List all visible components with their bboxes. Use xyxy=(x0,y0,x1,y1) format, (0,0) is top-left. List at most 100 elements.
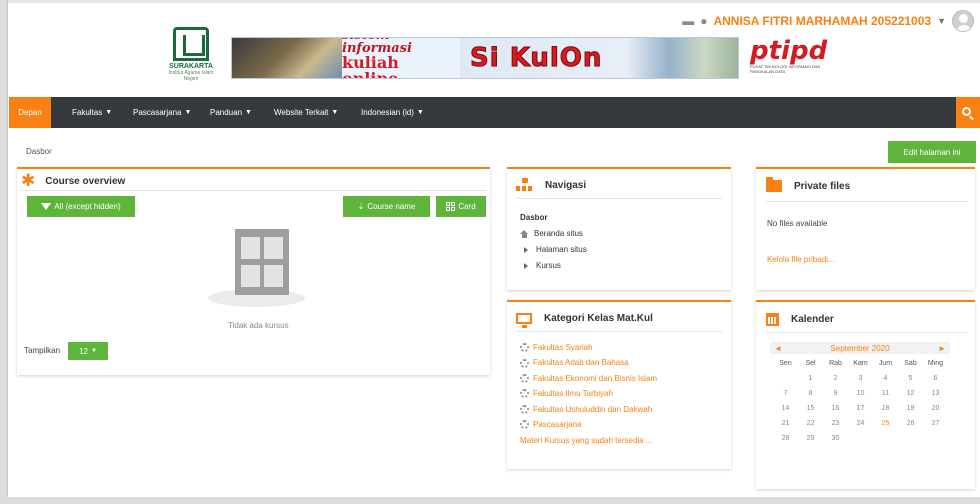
filter-button[interactable]: All (except hidden) xyxy=(27,196,135,217)
banner-tagline: sistem informasi kuliah online xyxy=(342,38,460,78)
nav-tree-item[interactable]: Halaman situs xyxy=(520,242,587,258)
nav-item-panduan[interactable]: Panduan ▼ xyxy=(210,97,252,128)
nav-item-label: Panduan xyxy=(210,108,243,117)
nav-tree-item[interactable]: Kursus xyxy=(520,258,587,274)
next-month-button[interactable]: ► xyxy=(938,344,946,353)
calendar-day[interactable]: 27 xyxy=(923,420,948,427)
calendar-day[interactable]: 11 xyxy=(873,390,898,397)
nav-item-language[interactable]: Indonesian (id) ▼ xyxy=(361,97,424,128)
calendar-month-label[interactable]: September 2020 xyxy=(830,344,889,353)
view-card-button[interactable]: Card xyxy=(436,196,486,217)
category-link[interactable]: Fakultas Ilmu Tarbiyah xyxy=(520,386,657,401)
calendar-day[interactable]: 7 xyxy=(773,390,798,397)
nav-tree-label: Kursus xyxy=(536,261,561,270)
category-link[interactable]: Fakultas Ushuluddin dan Dakwah xyxy=(520,402,657,417)
calendar-day[interactable]: 17 xyxy=(848,405,873,412)
calendar-week-row: 28 29 30 xyxy=(773,431,948,446)
window-left-edge xyxy=(0,0,8,504)
banner-photo-left xyxy=(232,38,342,78)
caret-down-icon: ▼ xyxy=(105,109,113,116)
sort-button[interactable]: ⇣ Course name xyxy=(343,196,430,217)
gear-icon xyxy=(520,374,529,384)
banner-brand: Si KulOn xyxy=(469,43,603,74)
weekday-label: Sel xyxy=(805,360,816,367)
calendar-day[interactable]: 13 xyxy=(923,390,948,397)
calendar-day[interactable]: 4 xyxy=(873,375,898,382)
calendar-day[interactable]: 2 xyxy=(823,375,848,382)
calendar-week-row: 7 8 9 10 11 12 13 xyxy=(773,386,948,401)
caret-down-icon: ▼ xyxy=(184,109,192,116)
nav-item-pascasarjana[interactable]: Pascasarjana ▼ xyxy=(133,97,191,128)
navigasi-tree: Dasbor Beranda situs Halaman situs Kursu… xyxy=(520,210,587,274)
weekday-label: Rab xyxy=(829,360,842,367)
calendar-day[interactable]: 9 xyxy=(823,390,848,397)
calendar-day[interactable]: 15 xyxy=(798,405,823,412)
divider xyxy=(766,332,968,333)
calendar-day[interactable]: 1 xyxy=(798,375,823,382)
iain-logo[interactable]: SURAKARTA Institut Agama Islam Negeri xyxy=(168,27,214,85)
calendar-day[interactable]: 18 xyxy=(873,405,898,412)
calendar-day[interactable]: 23 xyxy=(823,420,848,427)
private-files-title: Private files xyxy=(794,180,851,192)
category-link[interactable]: Fakultas Syariah xyxy=(520,340,657,355)
user-menu[interactable]: ANNISA FITRI MARHAMAH 205221003 xyxy=(713,14,931,28)
category-link[interactable]: Fakultas Adab dan Bahasa xyxy=(520,355,657,370)
calendar-day[interactable]: 5 xyxy=(898,375,923,382)
calendar-day-today[interactable]: 25 xyxy=(873,420,898,427)
sort-label: Course name xyxy=(367,202,416,211)
private-files-header: Private files xyxy=(766,177,851,192)
calendar-weekday-row: Sen Sel Rab Kam Jum Sab Ming xyxy=(773,356,948,371)
manage-files-link[interactable]: Kelola file pribadi... xyxy=(767,255,835,264)
calendar-day[interactable]: 26 xyxy=(898,420,923,427)
calendar-day[interactable]: 28 xyxy=(773,435,798,442)
calendar-day[interactable]: 8 xyxy=(798,390,823,397)
sikulon-banner: sistem informasi kuliah online Si KulOn xyxy=(231,37,739,79)
gear-icon xyxy=(520,404,529,414)
nav-tree-item[interactable]: Beranda situs xyxy=(520,226,587,242)
nav-item-label: Website Terkait xyxy=(274,108,329,117)
nav-tree-root[interactable]: Dasbor xyxy=(520,210,587,226)
grid-icon xyxy=(446,202,456,211)
available-courses-link[interactable]: Materi Kursus yang sudah tersedia ... xyxy=(520,433,657,448)
divider xyxy=(21,190,486,191)
calendar-day[interactable]: 21 xyxy=(773,420,798,427)
breadcrumb[interactable]: Dasbor xyxy=(26,147,52,156)
nav-tree-label: Halaman situs xyxy=(536,245,587,254)
calendar-day[interactable]: 10 xyxy=(848,390,873,397)
window-bottom-edge xyxy=(0,497,980,504)
category-link[interactable]: Pascasarjana xyxy=(520,417,657,432)
calendar-day[interactable]: 19 xyxy=(898,405,923,412)
calendar-day[interactable]: 29 xyxy=(798,435,823,442)
search-button[interactable] xyxy=(956,97,980,128)
calendar-day[interactable]: 22 xyxy=(798,420,823,427)
calendar-day[interactable]: 20 xyxy=(923,405,948,412)
notification-icon[interactable]: ● xyxy=(700,14,707,28)
category-link[interactable]: Fakultas Ekonomi dan Bisnis Islam xyxy=(520,371,657,386)
asterisk-icon: ✱ xyxy=(21,171,36,190)
kategori-header: Kategori Kelas Mat.Kul xyxy=(516,313,653,328)
category-label: Fakultas Ekonomi dan Bisnis Islam xyxy=(533,373,658,383)
logo-subtext: Institut Agama Islam Negeri xyxy=(168,70,214,82)
message-icon[interactable]: ▬ xyxy=(682,14,694,28)
avatar[interactable] xyxy=(952,10,974,32)
calendar-day[interactable]: 16 xyxy=(823,405,848,412)
window-top-edge xyxy=(0,0,980,3)
nav-home[interactable]: Depan xyxy=(9,97,51,128)
calendar-day[interactable]: 14 xyxy=(773,405,798,412)
category-label: Fakultas Syariah xyxy=(533,343,593,352)
weekday-label: Jum xyxy=(878,360,893,367)
edit-page-button[interactable]: Edit halaman ini xyxy=(888,141,976,163)
calendar-day[interactable]: 12 xyxy=(898,390,923,397)
caret-down-icon: ▼ xyxy=(245,109,252,116)
caret-down-icon: ▼ xyxy=(331,109,339,116)
calendar-day[interactable]: 30 xyxy=(823,435,848,442)
kategori-list: Fakultas Syariah Fakultas Adab dan Bahas… xyxy=(520,340,657,449)
calendar-day[interactable]: 24 xyxy=(848,420,873,427)
page-size-dropdown[interactable]: 12 ▼ xyxy=(68,342,108,360)
calendar-day[interactable]: 6 xyxy=(923,375,948,382)
prev-month-button[interactable]: ◄ xyxy=(774,344,782,353)
nav-item-website-terkait[interactable]: Website Terkait ▼ xyxy=(274,97,338,128)
calendar-day[interactable]: 3 xyxy=(848,375,873,382)
user-menu-caret-icon[interactable]: ▼ xyxy=(937,16,946,26)
nav-item-fakultas[interactable]: Fakultas ▼ xyxy=(72,97,112,128)
